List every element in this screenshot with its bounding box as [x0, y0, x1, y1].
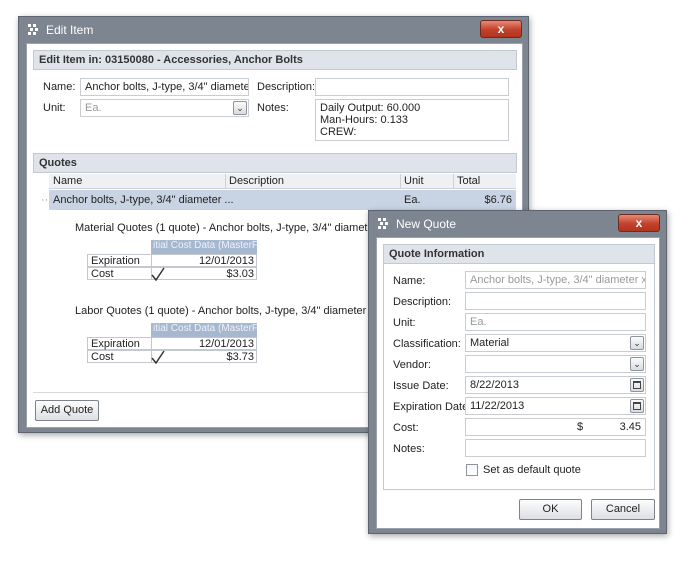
- expiration-date-picker[interactable]: 11/22/2013: [465, 397, 646, 415]
- description-label: Description:: [257, 81, 316, 93]
- column-total[interactable]: Total: [457, 175, 480, 187]
- unit-label: Unit:: [43, 102, 66, 114]
- cost-value: $3.73: [226, 351, 254, 363]
- cost-label: Cost: [91, 351, 114, 363]
- close-button[interactable]: x: [618, 214, 660, 232]
- name-label: Name:: [43, 81, 76, 93]
- name-label: Name:: [393, 275, 426, 287]
- name-field[interactable]: Anchor bolts, J-type, 3/4" diameter x: [80, 78, 249, 96]
- app-logo-icon: [28, 24, 38, 35]
- issue-date-picker[interactable]: 8/22/2013: [465, 376, 646, 394]
- labor-vendor-header: itial Cost Data (MasterFo: [151, 323, 257, 337]
- edit-item-titlebar[interactable]: Edit Item x: [19, 17, 528, 43]
- column-divider: [453, 174, 454, 189]
- app-logo-icon: [378, 218, 388, 229]
- labor-expiration-row: Expiration 12/01/2013: [87, 337, 257, 350]
- expiration-date-value: 11/22/2013: [470, 400, 525, 412]
- expiration-label: Expiration: [91, 255, 140, 267]
- column-unit[interactable]: Unit: [404, 175, 424, 187]
- issue-date-value: 8/22/2013: [470, 379, 519, 391]
- description-field[interactable]: [315, 78, 509, 96]
- edit-item-panel-title: Edit Item in: 03150080 - Accessories, An…: [33, 50, 517, 70]
- quotes-section-header: Quotes: [33, 153, 517, 173]
- vendor-chevron-down-icon[interactable]: ⌄: [630, 357, 644, 371]
- classification-chevron-down-icon[interactable]: ⌄: [630, 336, 644, 350]
- notes-label: Notes:: [393, 443, 425, 455]
- name-field[interactable]: Anchor bolts, J-type, 3/4" diameter x 1: [465, 271, 646, 289]
- new-quote-titlebar[interactable]: New Quote x: [369, 211, 666, 237]
- labor-quotes-table[interactable]: itial Cost Data (MasterFo Expiration 12/…: [87, 323, 257, 365]
- table-row[interactable]: Anchor bolts, J-type, 3/4" diameter ... …: [49, 190, 516, 210]
- material-quotes-caption: Material Quotes (1 quote) - Anchor bolts…: [75, 222, 370, 234]
- unit-field[interactable]: Ea.: [465, 313, 646, 331]
- expiration-label: Expiration: [91, 338, 140, 350]
- column-divider: [225, 174, 226, 189]
- vendor-select[interactable]: ⌄: [465, 355, 646, 373]
- default-check-icon: [151, 267, 165, 282]
- row-unit: Ea.: [404, 194, 421, 206]
- issue-date-label: Issue Date:: [393, 380, 449, 392]
- cost-value: $3.03: [226, 268, 254, 280]
- row-name: Anchor bolts, J-type, 3/4" diameter ...: [53, 194, 234, 206]
- unit-dropdown-chevron-icon[interactable]: ⌄: [233, 101, 247, 115]
- close-button[interactable]: x: [480, 20, 522, 38]
- material-expiration-row: Expiration 12/01/2013: [87, 254, 257, 267]
- cost-label: Cost:: [393, 422, 419, 434]
- notes-label: Notes:: [257, 102, 289, 114]
- row-total: $6.76: [484, 194, 512, 206]
- default-check-icon: [151, 350, 165, 365]
- new-quote-client: Quote Information Name: Anchor bolts, J-…: [376, 237, 660, 529]
- expiration-value: 12/01/2013: [198, 255, 254, 267]
- cost-label: Cost: [91, 268, 114, 280]
- quotes-grid-header: Name Description Unit Total: [49, 174, 516, 189]
- column-divider: [400, 174, 401, 189]
- classification-value: Material: [470, 337, 510, 349]
- classification-label: Classification:: [393, 338, 461, 350]
- calendar-icon[interactable]: [630, 378, 644, 392]
- labor-quotes-caption: Labor Quotes (1 quote) - Anchor bolts, J…: [75, 305, 370, 317]
- unit-select[interactable]: Ea. ⌄: [80, 99, 249, 117]
- notes-field[interactable]: [465, 439, 646, 457]
- cost-currency: $: [577, 421, 584, 433]
- default-quote-checkbox[interactable]: [466, 464, 478, 476]
- cost-field[interactable]: $ 3.45: [465, 418, 646, 436]
- new-quote-window: New Quote x Quote Information Name: Anch…: [368, 210, 667, 534]
- expiration-date-label: Expiration Date:: [393, 401, 472, 413]
- default-quote-label[interactable]: Set as default quote: [483, 464, 581, 476]
- add-quote-button[interactable]: Add Quote: [35, 400, 99, 421]
- description-field[interactable]: [465, 292, 646, 310]
- unit-value: Ea.: [85, 102, 102, 114]
- notes-field[interactable]: Daily Output: 60.000 Man-Hours: 0.133 CR…: [315, 99, 509, 141]
- notes-line: CREW:: [320, 126, 357, 138]
- window-title: New Quote: [396, 217, 457, 231]
- calendar-icon[interactable]: [630, 399, 644, 413]
- ok-button[interactable]: OK: [519, 499, 582, 520]
- quote-information-title: Quote Information: [383, 244, 655, 264]
- notes-line: Daily Output: 60.000: [320, 102, 421, 114]
- labor-cost-row: Cost $3.73: [87, 350, 257, 363]
- column-description[interactable]: Description: [229, 175, 284, 187]
- material-vendor-header: itial Cost Data (MasterFo: [151, 240, 257, 254]
- material-cost-row: Cost $3.03: [87, 267, 257, 280]
- expiration-value: 12/01/2013: [198, 338, 254, 350]
- vendor-label: Vendor:: [393, 359, 431, 371]
- cost-value: 3.45: [619, 421, 641, 433]
- cancel-button[interactable]: Cancel: [591, 499, 655, 520]
- column-name[interactable]: Name: [53, 175, 82, 187]
- description-label: Description:: [393, 296, 452, 308]
- unit-label: Unit:: [393, 317, 416, 329]
- classification-select[interactable]: Material ⌄: [465, 334, 646, 352]
- notes-line: Man-Hours: 0.133: [320, 114, 409, 126]
- material-quotes-table[interactable]: itial Cost Data (MasterFo Expiration 12/…: [87, 240, 257, 282]
- window-title: Edit Item: [46, 23, 94, 37]
